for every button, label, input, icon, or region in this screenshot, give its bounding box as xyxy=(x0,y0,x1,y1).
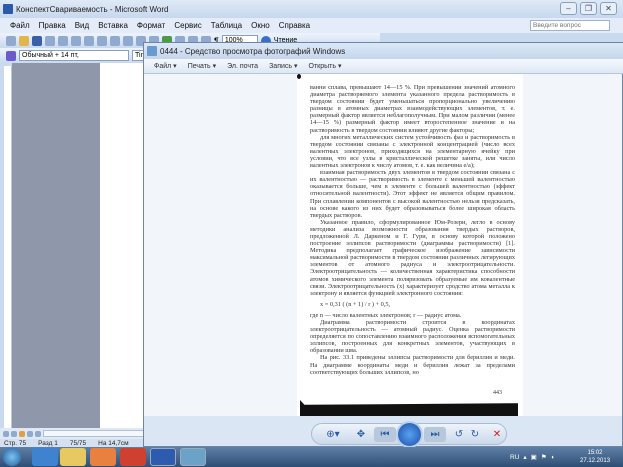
ask-question-input[interactable]: Введите вопрос xyxy=(530,20,610,31)
photo-viewer-taskbar-icon[interactable] xyxy=(180,448,206,466)
network-icon[interactable]: ▣ xyxy=(531,453,537,461)
clock[interactable]: 15:02 27.12.2013 xyxy=(580,449,610,465)
web-view-icon[interactable] xyxy=(11,430,17,437)
delete-icon[interactable]: ✕ xyxy=(488,427,506,442)
word-app-icon xyxy=(3,4,13,14)
vertical-ruler xyxy=(4,66,12,428)
viewer-controls: ⊕▾ ✥ ⏮ ⏭ ↺ ↻ ✕ xyxy=(311,421,507,448)
word-taskbar-icon[interactable] xyxy=(150,448,176,466)
paste-icon[interactable] xyxy=(123,35,133,46)
system-tray: RU ▴ ▣ ⚑ ◖ xyxy=(510,447,555,467)
media-player-icon[interactable] xyxy=(90,448,116,466)
chrome-icon[interactable] xyxy=(120,448,146,466)
minimize-button[interactable]: – xyxy=(560,2,577,15)
document-page[interactable] xyxy=(100,63,144,429)
previous-icon[interactable]: ⏮ xyxy=(374,427,396,442)
preview-icon[interactable] xyxy=(71,35,81,46)
menu-edit[interactable]: Правка xyxy=(39,21,66,30)
restore-button[interactable]: ❐ xyxy=(580,2,597,15)
scanned-page-image[interactable]: ванни сплава, превышают 14—15 %. При пре… xyxy=(297,74,523,416)
date: 27.12.2013 xyxy=(580,458,611,464)
viewer-menu-burn[interactable]: Запись ▾ xyxy=(269,62,297,70)
paragraph: где n — число валентных электронов; r — … xyxy=(310,311,462,319)
menu-tools[interactable]: Сервис xyxy=(174,21,201,30)
paragraph: для многих металлических систем устойчив… xyxy=(310,133,515,170)
zoom-icon[interactable]: ⊕▾ xyxy=(324,427,342,442)
word-title-bar: КонспектСвариваемость - Microsoft Word xyxy=(0,0,623,18)
viewer-menu-file[interactable]: Файл ▾ xyxy=(154,62,177,70)
scan-edge xyxy=(300,400,518,416)
viewer-title: 0444 - Средство просмотра фотографий Win… xyxy=(160,46,346,56)
menu-format[interactable]: Формат xyxy=(137,21,165,30)
paragraph: Диаграмма растворимости строится в коорд… xyxy=(310,319,515,355)
spelling-icon[interactable] xyxy=(84,35,94,46)
ink-spot xyxy=(297,74,301,79)
paragraph: ванни сплава, превышают 14—15 %. При пре… xyxy=(310,84,515,134)
volume-icon[interactable]: ◖ xyxy=(551,454,555,461)
menu-file[interactable]: Файл xyxy=(10,21,30,30)
paragraph: На рис. 33.1 приведены эллипсы растворим… xyxy=(310,354,515,376)
viewer-app-icon xyxy=(147,46,157,56)
page-text: ванни сплава, превышают 14—15 %. При пре… xyxy=(310,84,515,376)
word-title: КонспектСвариваемость - Microsoft Word xyxy=(16,4,169,14)
normal-view-icon[interactable] xyxy=(3,430,9,437)
start-button[interactable] xyxy=(3,448,21,466)
formula: x = 0,31 ( (n + 1) / r ) + 0,5, xyxy=(320,300,391,308)
menu-table[interactable]: Таблица xyxy=(211,21,242,30)
menu-window[interactable]: Окно xyxy=(251,21,270,30)
document-area xyxy=(12,63,100,429)
open-icon[interactable] xyxy=(19,35,29,46)
new-icon[interactable] xyxy=(6,35,16,46)
show-hidden-icon[interactable]: ▴ xyxy=(523,453,526,461)
flag-icon[interactable]: ⚑ xyxy=(541,453,547,461)
language-indicator[interactable]: RU xyxy=(510,454,519,461)
permission-icon[interactable] xyxy=(45,35,55,46)
scroll-track[interactable] xyxy=(43,430,144,437)
status-position: На 14,7см xyxy=(98,439,129,447)
menu-insert[interactable]: Вставка xyxy=(98,21,128,30)
viewer-title-bar: 0444 - Средство просмотра фотографий Win… xyxy=(144,43,623,59)
outline-view-icon[interactable] xyxy=(27,430,33,437)
ie-icon[interactable] xyxy=(32,448,58,466)
status-pages: 75/75 xyxy=(69,439,87,447)
reading-view-icon[interactable] xyxy=(35,430,41,437)
next-icon[interactable]: ⏭ xyxy=(424,427,446,442)
horizontal-scrollbar[interactable] xyxy=(0,428,144,439)
time: 15:02 xyxy=(587,450,603,456)
taskbar: RU ▴ ▣ ⚑ ◖ 15:02 27.12.2013 xyxy=(0,447,623,467)
photo-viewer-window: 0444 - Средство просмотра фотографий Win… xyxy=(143,42,623,448)
viewer-menu-bar: Файл ▾ Печать ▾ Эл. почта Запись ▾ Откры… xyxy=(144,59,623,74)
rotate-right-icon[interactable]: ↻ xyxy=(466,427,484,442)
styles-icon[interactable] xyxy=(6,50,16,61)
viewer-content: ванни сплава, превышают 14—15 %. При пре… xyxy=(144,74,622,416)
cut-icon[interactable] xyxy=(97,35,107,46)
print-icon[interactable] xyxy=(58,35,68,46)
copy-icon[interactable] xyxy=(110,35,120,46)
viewer-menu-open[interactable]: Открыть ▾ xyxy=(309,62,342,70)
word-status-bar: Стр. 75 Разд 1 75/75 На 14,7см xyxy=(0,439,144,447)
save-icon[interactable] xyxy=(32,35,42,46)
print-view-icon[interactable] xyxy=(19,430,25,437)
page-number: 443 xyxy=(493,390,502,396)
style-select[interactable]: Обычный + 14 пт, xyxy=(19,50,129,61)
explorer-icon[interactable] xyxy=(60,448,86,466)
actual-size-icon[interactable]: ✥ xyxy=(352,427,370,442)
menu-view[interactable]: Вид xyxy=(75,21,89,30)
viewer-menu-email[interactable]: Эл. почта xyxy=(227,63,258,70)
menu-help[interactable]: Справка xyxy=(279,21,310,30)
paragraph: Указанное правило, сформулированное Юм-Р… xyxy=(310,218,515,297)
viewer-menu-print[interactable]: Печать ▾ xyxy=(188,62,216,70)
close-button[interactable]: ✕ xyxy=(600,2,617,15)
paragraph: взаимная растворимость двух элементов в … xyxy=(310,169,515,219)
slideshow-button[interactable] xyxy=(396,421,423,448)
status-page: Стр. 75 xyxy=(4,439,27,447)
status-section: Разд 1 xyxy=(38,439,58,447)
